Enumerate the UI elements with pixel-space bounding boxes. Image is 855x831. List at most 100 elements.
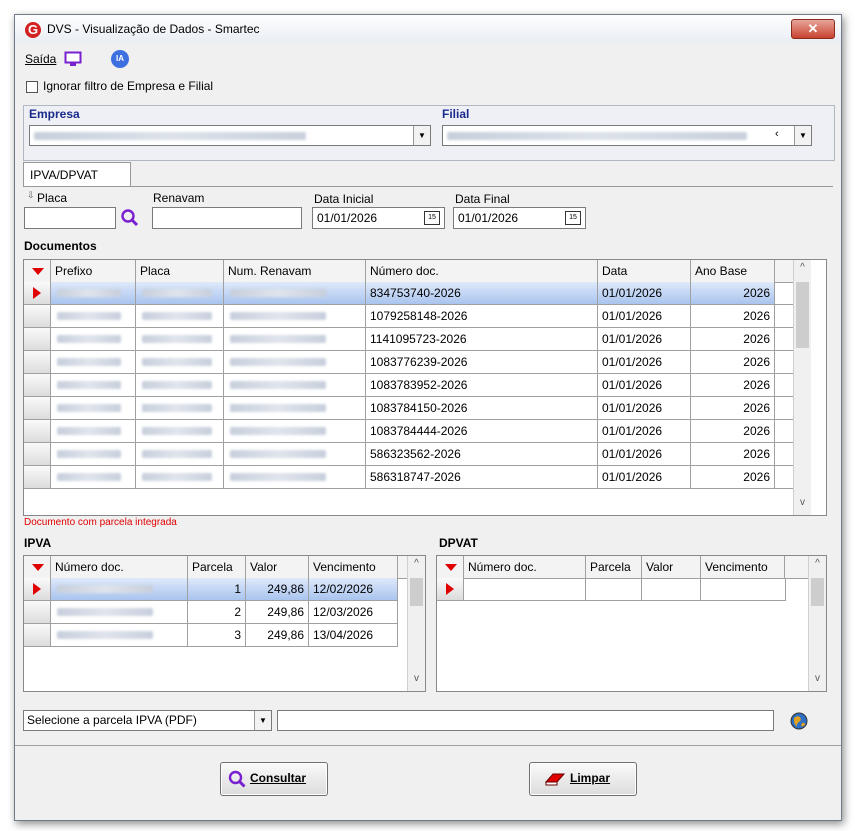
pdf-parcela-select[interactable]: Selecione a parcela IPVA (PDF) ▼	[23, 710, 272, 731]
close-button[interactable]: ✕	[791, 19, 835, 39]
data-final-label: Data Final	[455, 192, 510, 206]
monitor-icon[interactable]	[64, 51, 82, 67]
consultar-button[interactable]: Consultar	[220, 762, 328, 796]
pdf-path-field[interactable]	[277, 710, 774, 731]
scroll-down-icon[interactable]: v	[809, 673, 826, 684]
table-row[interactable]: 3 249,86 13/04/2026	[24, 624, 398, 647]
redacted-value	[57, 381, 121, 389]
col-numero-doc[interactable]: Número doc.	[464, 556, 586, 578]
chevron-down-icon[interactable]: ▼	[794, 126, 811, 145]
ano-base-cell: 2026	[691, 351, 775, 373]
footer-divider	[15, 745, 841, 746]
table-row[interactable]: 1083784150-2026 01/01/2026 2026	[24, 397, 795, 420]
globe-icon[interactable]	[790, 712, 808, 730]
prefixo-cell	[51, 305, 136, 327]
scroll-thumb[interactable]	[410, 578, 423, 606]
col-parcela[interactable]: Parcela	[586, 556, 642, 578]
renavam-input[interactable]	[152, 207, 302, 229]
data-cell: 01/01/2026	[598, 305, 691, 327]
col-valor[interactable]: Valor	[642, 556, 701, 578]
placa-input[interactable]	[24, 207, 116, 229]
ano-base-cell: 2026	[691, 397, 775, 419]
row-indicator	[24, 282, 51, 304]
grid-menu-button[interactable]	[24, 556, 51, 578]
table-row[interactable]: 1141095723-2026 01/01/2026 2026	[24, 328, 795, 351]
placa-cell	[136, 466, 224, 488]
dpvat-scrollbar[interactable]: ^ v	[808, 556, 826, 691]
col-placa[interactable]: Placa	[136, 260, 224, 282]
tab-divider	[23, 186, 833, 187]
documentos-scrollbar[interactable]: ^ v	[793, 260, 811, 515]
renavam-cell	[224, 305, 366, 327]
col-vencimento[interactable]: Vencimento	[701, 556, 785, 578]
table-row[interactable]: 1083776239-2026 01/01/2026 2026	[24, 351, 795, 374]
col-numero-doc[interactable]: Número doc.	[366, 260, 598, 282]
redacted-value	[230, 450, 326, 458]
ipva-scrollbar[interactable]: ^ v	[407, 556, 425, 691]
table-row[interactable]: 586323562-2026 01/01/2026 2026	[24, 443, 795, 466]
scroll-up-icon[interactable]: ^	[794, 262, 811, 273]
data-final-field[interactable]: 01/01/2026 15	[453, 207, 586, 229]
table-row[interactable]: 2 249,86 12/03/2026	[24, 601, 398, 624]
valor-cell: 249,86	[246, 578, 309, 600]
table-row[interactable]: 1083783952-2026 01/01/2026 2026	[24, 374, 795, 397]
redacted-value	[230, 335, 326, 343]
col-renavam[interactable]: Num. Renavam	[224, 260, 366, 282]
scroll-up-icon[interactable]: ^	[809, 558, 826, 569]
vencimento-cell: 13/04/2026	[309, 624, 398, 646]
calendar-icon[interactable]: 15	[565, 211, 581, 225]
row-indicator	[24, 443, 51, 465]
placa-cell	[136, 351, 224, 373]
scroll-up-icon[interactable]: ^	[408, 558, 425, 569]
renavam-cell	[224, 397, 366, 419]
grid-menu-button[interactable]	[24, 260, 51, 282]
main-window: G DVS - Visualização de Dados - Smartec …	[14, 14, 842, 821]
scroll-down-icon[interactable]: v	[794, 497, 811, 508]
scroll-thumb[interactable]	[796, 282, 809, 348]
numero-doc-cell: 586318747-2026	[366, 466, 598, 488]
redacted-value	[230, 381, 326, 389]
table-row[interactable]: 586318747-2026 01/01/2026 2026	[24, 466, 795, 489]
ignore-filter-checkbox[interactable]	[26, 81, 38, 93]
calendar-icon[interactable]: 15	[424, 211, 440, 225]
chevron-down-icon[interactable]: ▼	[413, 126, 430, 145]
tab-ipva-dpvat[interactable]: IPVA/DPVAT	[23, 162, 131, 187]
redacted-value	[57, 404, 121, 412]
table-row[interactable]	[437, 578, 786, 601]
grid-menu-button[interactable]	[437, 556, 464, 578]
menu-saida[interactable]: Saída	[25, 52, 56, 66]
filial-select[interactable]: ‹ ▼	[442, 125, 812, 146]
dpvat-grid[interactable]: Número doc. Parcela Valor Vencimento ^ v	[436, 555, 827, 692]
scroll-thumb[interactable]	[811, 578, 824, 606]
redacted-value	[57, 585, 153, 593]
col-vencimento[interactable]: Vencimento	[309, 556, 398, 578]
documentos-grid[interactable]: Prefixo Placa Num. Renavam Número doc. D…	[23, 259, 827, 516]
col-parcela[interactable]: Parcela	[188, 556, 246, 578]
parcela-cell: 3	[188, 624, 246, 646]
col-prefixo[interactable]: Prefixo	[51, 260, 136, 282]
table-row[interactable]: 1083784444-2026 01/01/2026 2026	[24, 420, 795, 443]
table-row[interactable]: 834753740-2026 01/01/2026 2026	[24, 282, 795, 305]
title-bar: G DVS - Visualização de Dados - Smartec …	[15, 15, 841, 43]
data-inicial-field[interactable]: 01/01/2026 15	[312, 207, 445, 229]
company-filter-group: Empresa ▼ Filial ‹ ▼	[23, 105, 835, 161]
search-icon[interactable]	[120, 208, 140, 228]
filial-suffix: ‹	[775, 128, 779, 140]
placa-label: Placa	[37, 191, 68, 205]
row-indicator	[24, 601, 51, 623]
col-valor[interactable]: Valor	[246, 556, 309, 578]
table-row[interactable]: 1079258148-2026 01/01/2026 2026	[24, 305, 795, 328]
chevron-down-icon[interactable]: ▼	[254, 711, 271, 730]
col-ano-base[interactable]: Ano Base	[691, 260, 775, 282]
ia-assistant-icon[interactable]: IA	[111, 50, 129, 68]
menu-arrow-icon	[32, 564, 44, 571]
col-data[interactable]: Data	[598, 260, 691, 282]
limpar-button[interactable]: Limpar	[529, 762, 637, 796]
table-row[interactable]: 1 249,86 12/02/2026	[24, 578, 398, 601]
redacted-value	[230, 404, 326, 412]
scroll-down-icon[interactable]: v	[408, 673, 425, 684]
data-cell: 01/01/2026	[598, 397, 691, 419]
ipva-grid[interactable]: Número doc. Parcela Valor Vencimento 1 24…	[23, 555, 426, 692]
col-numero-doc[interactable]: Número doc.	[51, 556, 188, 578]
empresa-select[interactable]: ▼	[29, 125, 431, 146]
